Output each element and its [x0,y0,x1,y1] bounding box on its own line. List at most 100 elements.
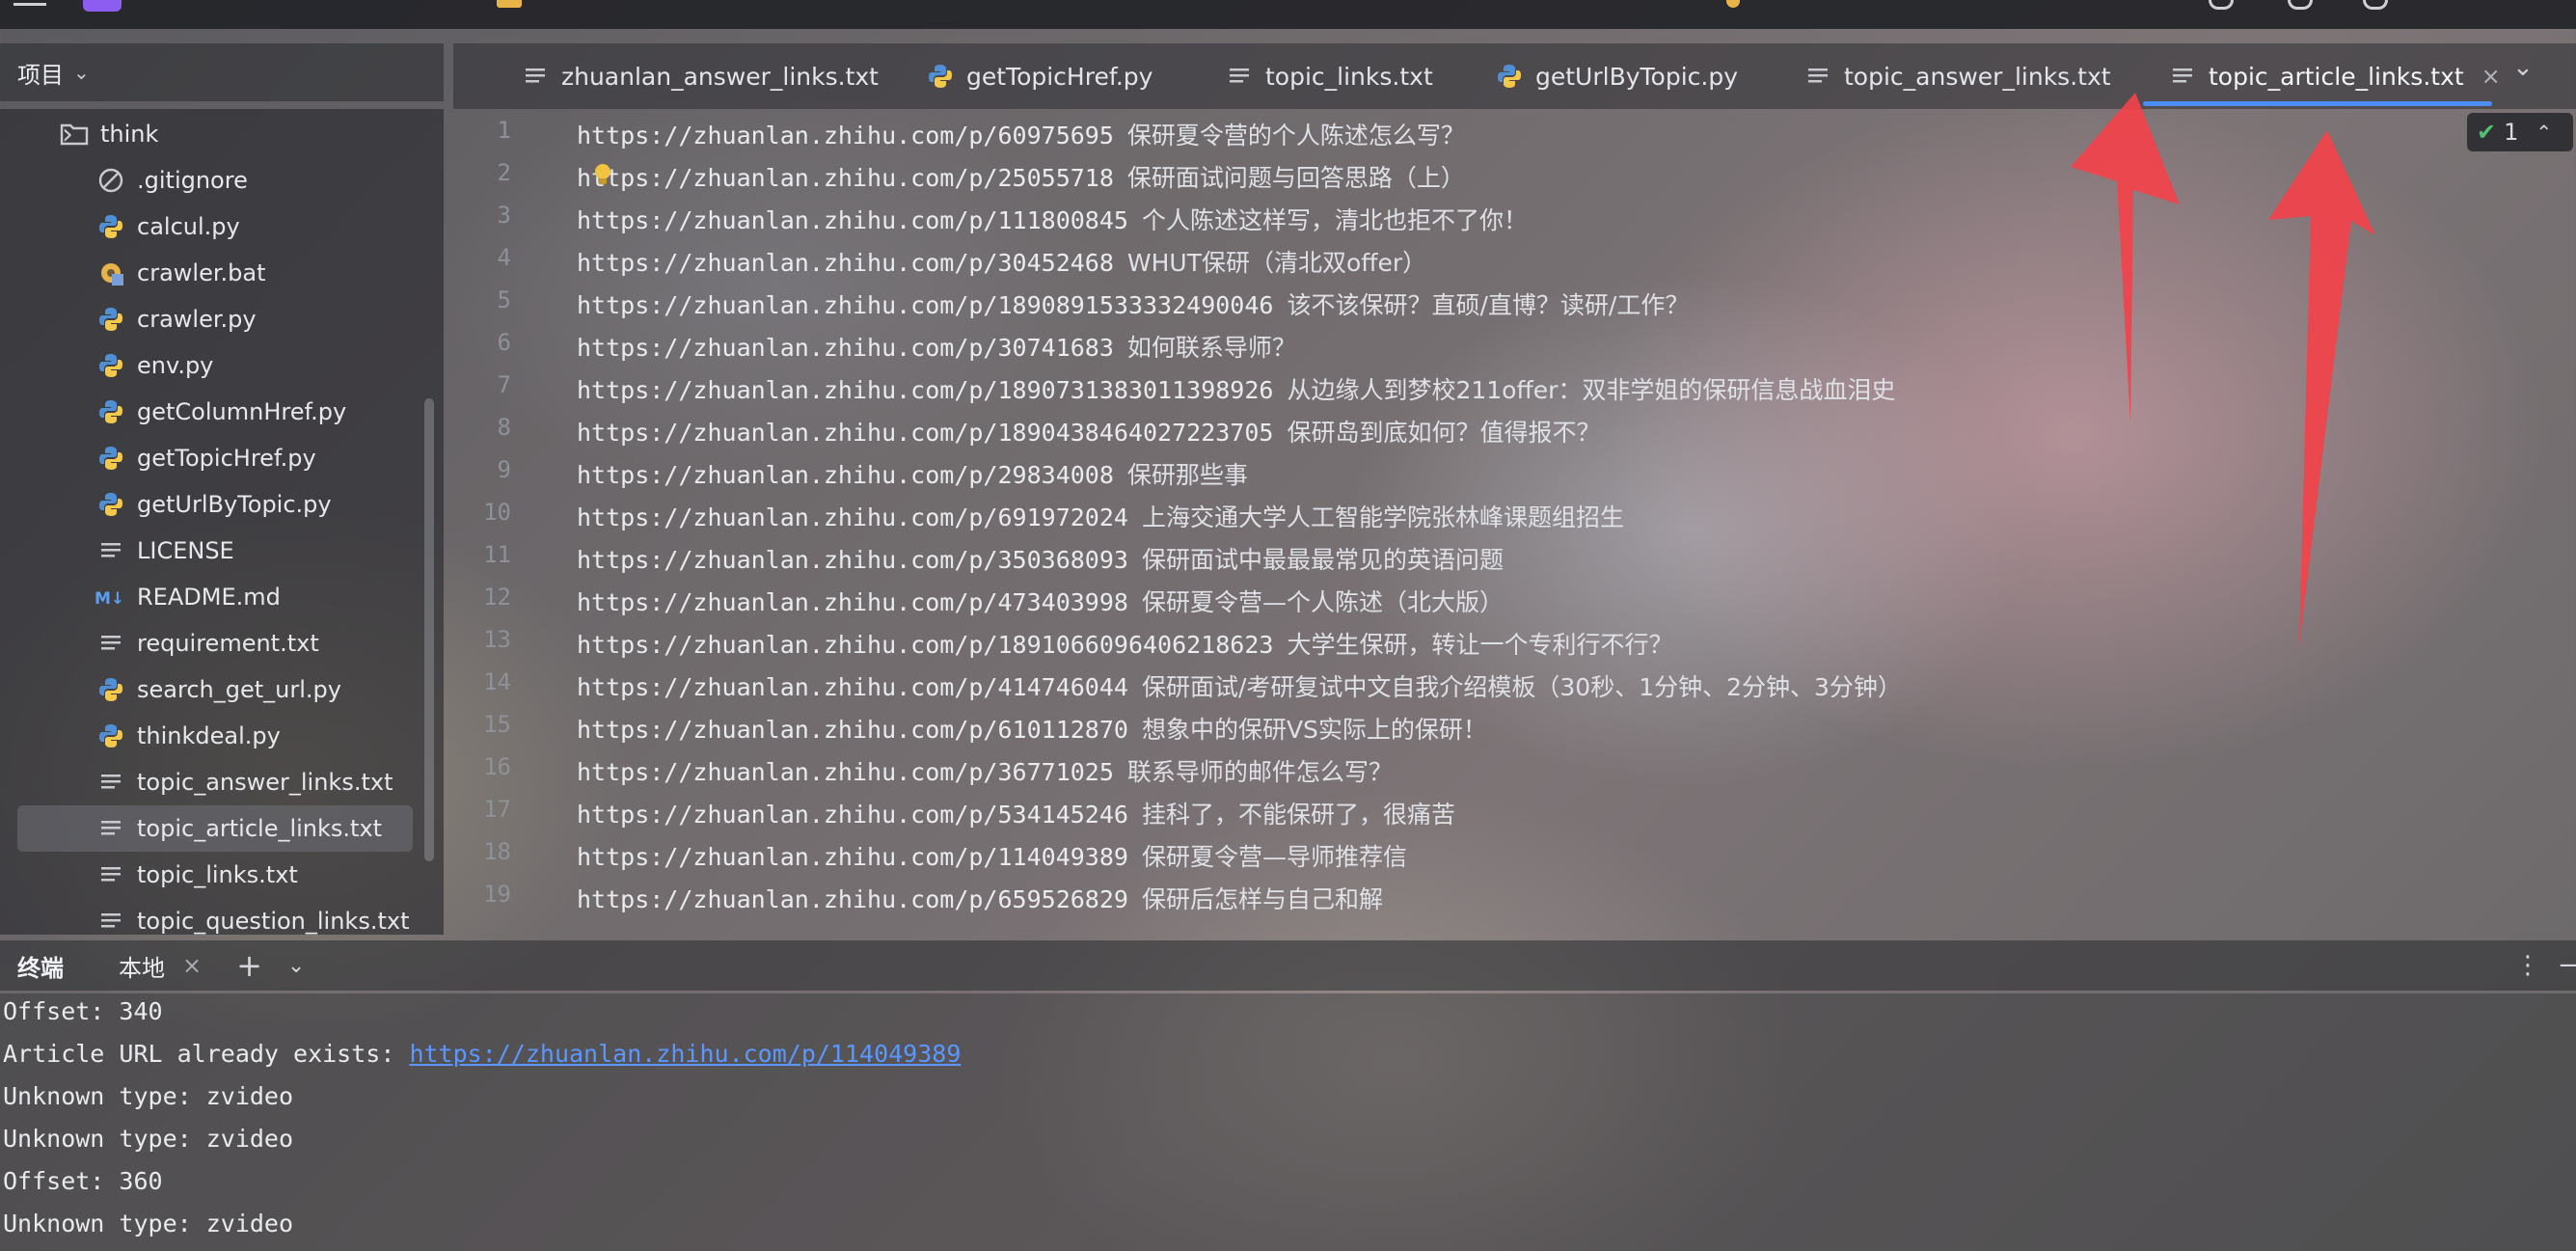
tree-item[interactable]: getUrlByTopic.py [0,481,424,528]
project-panel-header[interactable]: 项目 ⌄ [0,43,444,101]
tree-scrollbar[interactable] [424,398,434,861]
editor-tab-label: getTopicHref.py [966,62,1153,91]
tree-item[interactable]: getTopicHref.py [0,435,424,481]
tree-item[interactable]: calcul.py [0,204,424,250]
code-line-url: https://zhuanlan.zhihu.com/p/36771025 [577,758,1114,786]
code-line[interactable]: https://zhuanlan.zhihu.com/p/36771025 联系导… [577,753,1393,788]
add-terminal-icon[interactable]: + [236,947,262,984]
chevron-down-icon[interactable]: ⌄ [73,61,90,84]
folder-icon[interactable] [497,0,522,8]
terminal-link[interactable]: https://zhuanlan.zhihu.com/p/114049389 [409,1040,961,1068]
text-file-icon [521,62,550,91]
code-line-title: 保研夏令营—导师推荐信 [1141,843,1407,871]
tree-item[interactable]: .gitignore [0,157,424,204]
code-line[interactable]: https://zhuanlan.zhihu.com/p/60975695 保研夏… [577,117,1465,151]
tree-item[interactable]: crawler.py [0,296,424,342]
project-logo-icon[interactable] [83,0,122,12]
terminal-line: Unknown type: zvideo [3,1082,293,1110]
editor-tab[interactable]: zhuanlan_answer_links.txt [521,43,879,109]
code-line[interactable]: https://zhuanlan.zhihu.com/p/30741683 如何联… [577,329,1296,364]
python-file-icon [95,442,127,475]
editor-tab[interactable]: getTopicHref.py [926,43,1152,109]
tree-item[interactable]: search_get_url.py [0,666,424,713]
tree-item-label: topic_question_links.txt [137,908,410,935]
code-line[interactable]: https://zhuanlan.zhihu.com/p/659526829 保研… [577,881,1383,915]
editor-tab[interactable]: topic_article_links.txt × [2168,43,2501,109]
line-number: 19 [483,881,511,908]
code-line[interactable]: https://zhuanlan.zhihu.com/p/18907313830… [577,371,1895,406]
tree-item-label: search_get_url.py [137,676,341,703]
main-menu-icon[interactable] [14,0,46,6]
python-file-icon [1495,62,1524,91]
code-line[interactable]: https://zhuanlan.zhihu.com/p/18908915333… [577,286,1689,321]
code-editor[interactable]: 1 https://zhuanlan.zhihu.com/p/60975695 保研… [453,109,2576,935]
code-line[interactable]: https://zhuanlan.zhihu.com/p/18904384640… [577,414,1600,449]
chevron-down-icon[interactable]: ⌄ [287,954,305,978]
code-line[interactable]: https://zhuanlan.zhihu.com/p/18910660964… [577,626,1672,661]
code-line[interactable]: https://zhuanlan.zhihu.com/p/534145246 挂科… [577,796,1455,830]
editor-tab-label: getUrlByTopic.py [1535,62,1739,91]
chevron-up-icon[interactable]: ⌃ [2535,121,2552,144]
line-number: 1 [497,117,511,144]
code-line-title: 保研岛到底如何？值得报不？ [1287,419,1601,447]
editor-tab[interactable]: topic_links.txt [1225,43,1433,109]
tree-item[interactable]: crawler.bat [0,250,424,296]
line-number: 2 [497,159,511,186]
tree-item[interactable]: topic_answer_links.txt [0,759,424,805]
terminal-line: Unknown type: zvideo [3,1125,293,1153]
tree-item[interactable]: topic_article_links.txt [17,805,413,852]
code-line-title: 保研面试中最最最常见的英语问题 [1141,546,1504,574]
code-line[interactable]: https://zhuanlan.zhihu.com/p/30452468 WHU… [577,244,1426,279]
tree-item[interactable]: M↓ README.md [0,574,424,620]
tree-item[interactable]: env.py [0,342,424,389]
code-line[interactable]: https://zhuanlan.zhihu.com/p/111800845 个人… [577,202,1528,236]
text-file-icon [95,766,127,799]
tree-item[interactable]: thinkdeal.py [0,713,424,759]
line-number: 16 [483,753,511,780]
expand-chevron-icon[interactable]: › [62,118,73,151]
text-file-icon [95,858,127,891]
python-file-icon [95,673,127,706]
terminal-line-text: Offset: 360 [3,1167,163,1195]
code-line[interactable]: https://zhuanlan.zhihu.com/p/691972024 上海… [577,499,1624,533]
inspection-widget[interactable]: ✔ 1 ⌃ [2467,113,2573,151]
tree-item[interactable]: LICENSE [0,528,424,574]
tree-item[interactable]: topic_question_links.txt [0,898,424,944]
chevron-down-icon[interactable]: ⌄ [2512,53,2534,82]
tree-item-label: LICENSE [137,537,234,564]
close-icon[interactable]: × [182,952,202,979]
code-line[interactable]: https://zhuanlan.zhihu.com/p/350368093 保研… [577,541,1504,576]
tree-item[interactable]: › think [0,111,424,157]
tree-item[interactable]: getColumnHref.py [0,389,424,435]
code-line[interactable]: https://zhuanlan.zhihu.com/p/25055718 保研面… [577,159,1465,194]
editor-tab[interactable]: topic_answer_links.txt [1803,43,2111,109]
intention-bulb-icon[interactable] [590,162,615,187]
tree-item[interactable]: topic_links.txt [0,852,424,898]
user-add-icon[interactable] [2209,0,2234,10]
text-file-icon [95,812,127,845]
python-file-icon [95,720,127,752]
code-line[interactable]: https://zhuanlan.zhihu.com/p/473403998 保研… [577,584,1504,618]
code-line-title: 保研面试/考研复试中文自我介绍模板（30秒、1分钟、2分钟、3分钟） [1141,673,1902,701]
line-number: 5 [497,286,511,313]
code-line[interactable]: https://zhuanlan.zhihu.com/p/29834008 保研那… [577,456,1248,491]
close-icon[interactable]: × [2481,63,2501,90]
tree-item-label: requirement.txt [137,630,319,657]
code-line[interactable]: https://zhuanlan.zhihu.com/p/610112870 想象… [577,711,1487,746]
terminal-tab-local[interactable]: 本地 × [119,949,202,983]
settings-icon[interactable] [2363,0,2388,10]
tree-item[interactable]: requirement.txt [0,620,424,666]
minimize-icon[interactable]: − [2558,951,2576,980]
tree-item-label: crawler.py [137,306,257,333]
code-line[interactable]: https://zhuanlan.zhihu.com/p/114049389 保研… [577,838,1407,873]
terminal-output[interactable]: Offset: 340 Article URL already exists: h… [0,993,2576,1251]
code-line[interactable]: https://zhuanlan.zhihu.com/p/414746044 保研… [577,668,1902,703]
bulb-icon[interactable] [1726,0,1740,8]
search-icon[interactable] [2288,0,2313,10]
editor-tab[interactable]: getUrlByTopic.py [1495,43,1738,109]
more-options-icon[interactable]: ⋮ [2515,951,2540,980]
terminal-title: 终端 [17,954,64,982]
text-file-icon [1803,62,1832,91]
terminal-line-text: Article URL already exists: [3,1040,410,1068]
line-number: 15 [483,711,511,738]
